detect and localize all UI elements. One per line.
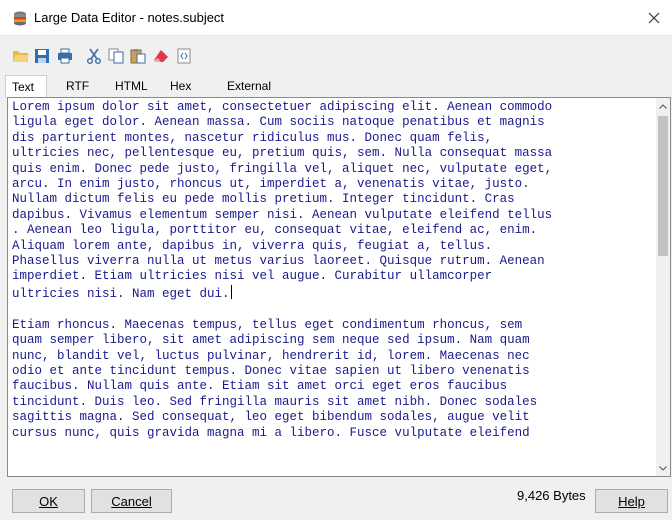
scroll-down-button[interactable] — [656, 460, 670, 476]
clear-button[interactable] — [152, 47, 170, 65]
save-icon — [35, 49, 49, 63]
code-icon — [177, 48, 191, 64]
close-icon — [648, 12, 660, 24]
ok-button[interactable]: OK — [12, 489, 85, 513]
tab-hex[interactable]: Hex — [164, 75, 197, 97]
print-icon — [58, 48, 72, 64]
editor-line: dis parturient montes, nascetur ridiculu… — [12, 130, 493, 145]
copy-icon — [108, 48, 124, 64]
editor-line: ligula eget dolor. Aenean massa. Cum soc… — [12, 115, 545, 130]
cancel-button[interactable]: Cancel — [91, 489, 172, 513]
vertical-scrollbar[interactable] — [656, 98, 670, 476]
editor-line: odio et ante tincidunt tempus. Donec vit… — [12, 363, 530, 378]
editor-line: . Aenean leo ligula, porttitor eu, conse… — [12, 223, 538, 238]
copy-button[interactable] — [107, 47, 125, 65]
tab-text[interactable]: Text — [5, 75, 47, 98]
scroll-thumb[interactable] — [658, 116, 668, 256]
help-button-label: Help — [618, 494, 645, 509]
ok-button-label: OK — [39, 494, 58, 509]
editor-line: arcu. In enim justo, rhoncus ut, imperdi… — [12, 177, 530, 192]
editor-content[interactable]: Lorem ipsum dolor sit amet, consectetuer… — [12, 100, 662, 441]
editor-line: sagittis magna. Sed consequat, leo eget … — [12, 410, 530, 425]
text-editor[interactable]: Lorem ipsum dolor sit amet, consectetuer… — [7, 97, 671, 477]
editor-line: faucibus. Nullam quis ante. Etiam sit am… — [12, 379, 508, 394]
scroll-up-button[interactable] — [656, 98, 670, 114]
chevron-up-icon — [659, 103, 667, 109]
editor-line: dapibus. Vivamus elementum semper nisi. … — [12, 207, 553, 222]
toolbar — [0, 37, 672, 73]
editor-line: Phasellus viverra nulla ut metus varius … — [12, 254, 545, 269]
byte-count: 9,426 Bytes — [517, 488, 586, 503]
open-icon — [13, 51, 29, 62]
editor-line: cursus nunc, quis gravida magna mi a lib… — [12, 425, 530, 440]
help-button[interactable]: Help — [595, 489, 668, 513]
tab-html[interactable]: HTML — [109, 75, 154, 97]
tab-bar: Text RTF HTML Hex External — [0, 75, 672, 98]
eraser-icon — [154, 50, 168, 62]
code-button[interactable] — [175, 47, 193, 65]
editor-line: tincidunt. Duis leo. Sed fringilla mauri… — [12, 394, 538, 409]
text-caret — [230, 284, 232, 299]
editor-line: Etiam rhoncus. Maecenas tempus, tellus e… — [12, 317, 523, 332]
editor-line: ultricies nisi. Nam eget dui. — [12, 284, 232, 301]
tab-rtf[interactable]: RTF — [60, 75, 95, 97]
cancel-button-label: Cancel — [111, 494, 152, 509]
editor-line: ultricies nec, pellentesque eu, pretium … — [12, 146, 553, 161]
window-title: Large Data Editor - notes.subject — [34, 10, 225, 25]
editor-line: quam semper libero, sit amet adipiscing … — [12, 333, 530, 348]
print-button[interactable] — [56, 47, 74, 65]
save-button[interactable] — [33, 47, 51, 65]
database-icon — [11, 10, 29, 28]
editor-line: quis enim. Donec pede justo, fringilla v… — [12, 161, 553, 176]
close-button[interactable] — [636, 0, 672, 36]
editor-line: Aliquam lorem ante, dapibus in, viverra … — [12, 238, 493, 253]
cut-button[interactable] — [85, 47, 103, 65]
paste-button[interactable] — [129, 47, 147, 65]
cut-icon — [87, 48, 101, 64]
open-button[interactable] — [12, 47, 30, 65]
editor-line: Lorem ipsum dolor sit amet, consectetuer… — [12, 100, 553, 114]
title-bar: Large Data Editor - notes.subject — [0, 0, 672, 36]
editor-line: nunc, blandit vel, luctus pulvinar, hend… — [12, 348, 530, 363]
chevron-down-icon — [659, 465, 667, 471]
paste-icon — [130, 49, 146, 64]
tab-external[interactable]: External — [221, 75, 277, 97]
editor-line: Nullam dictum felis eu pede mollis preti… — [12, 192, 515, 207]
editor-line: imperdiet. Etiam ultricies nisi vel augu… — [12, 269, 493, 284]
